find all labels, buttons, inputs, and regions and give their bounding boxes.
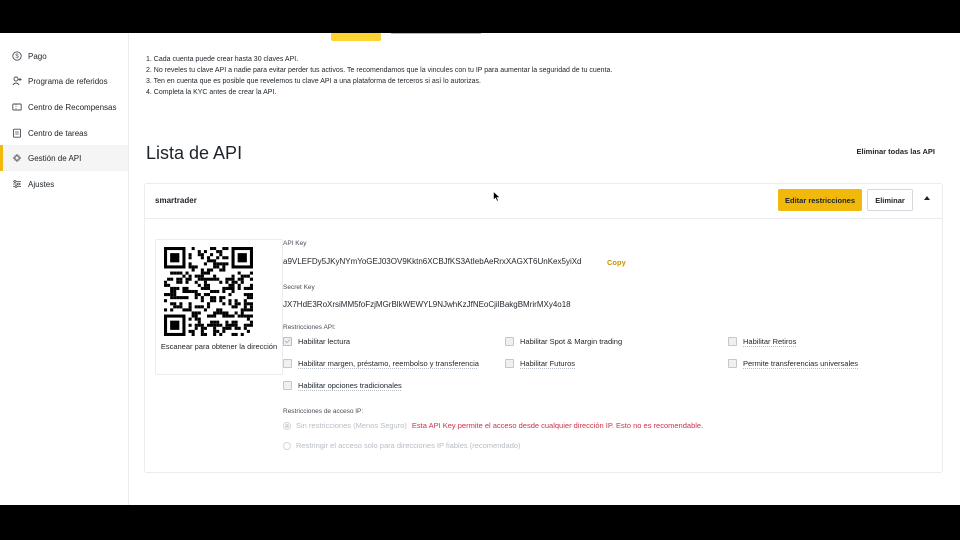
api-key-label: API Key — [283, 240, 307, 247]
sidebar-item-tareas[interactable]: Centro de tareas — [0, 120, 128, 146]
qr-caption: Escanear para obtener la dirección — [160, 342, 278, 351]
radio-selected — [283, 421, 291, 430]
checkbox-box — [283, 381, 292, 390]
checkbox-withdrawals[interactable]: Habilitar Retiros — [728, 337, 796, 346]
sidebar-item-label: Pago — [28, 51, 47, 61]
sidebar-item-label: Ajustes — [28, 179, 55, 189]
radio-unrestricted[interactable]: Sin restricciones (Menos Seguro) Esta AP… — [283, 421, 703, 430]
main-content: 1. Cada cuenta puede crear hasta 30 clav… — [129, 33, 960, 505]
api-card: smartrader Editar restricciones Eliminar… — [144, 183, 943, 473]
checkbox-box — [505, 359, 514, 368]
sidebar-item-ajustes[interactable]: Ajustes — [0, 171, 128, 197]
note-item: 4. Completa la KYC antes de crear la API… — [146, 89, 277, 96]
clipboard-icon — [12, 128, 22, 138]
delete-all-api-button[interactable]: Eliminar todas las API — [857, 147, 936, 156]
note-item: 3. Ten en cuenta que es posible que reve… — [146, 78, 481, 85]
radio-unselected — [283, 441, 291, 450]
api-card-header: smartrader Editar restricciones Eliminar — [145, 184, 942, 219]
qr-code — [164, 247, 253, 336]
user-plus-icon — [12, 76, 22, 86]
mouse-cursor-icon — [493, 191, 501, 202]
qr-panel: Escanear para obtener la dirección — [155, 239, 283, 375]
ip-warning-text: Esta API Key permite el acceso desde cua… — [411, 421, 704, 430]
checkbox-options[interactable]: Habilitar opciones tradicionales — [283, 381, 402, 390]
sidebar: $ Pago Programa de referidos Centro de R… — [0, 33, 129, 505]
delete-api-button[interactable]: Eliminar — [867, 189, 913, 211]
svg-text:$: $ — [15, 54, 19, 60]
radio-restricted[interactable]: Restringir el acceso solo para direccion… — [283, 441, 521, 450]
checkbox-margin-loan[interactable]: Habilitar margen, préstamo, reembolso y … — [283, 359, 479, 368]
secret-key-label: Secret Key — [283, 284, 315, 291]
checkbox-label: Habilitar lectura — [298, 337, 351, 346]
checkbox-checked — [283, 337, 292, 346]
copy-api-key-button[interactable]: Copy — [607, 258, 626, 267]
app-frame: $ Pago Programa de referidos Centro de R… — [0, 33, 960, 505]
edit-restrictions-button[interactable]: Editar restricciones — [778, 189, 862, 211]
checkbox-label: Permite transferencias universales — [743, 359, 859, 368]
dollar-circle-icon: $ — [12, 51, 22, 61]
checkbox-read[interactable]: Habilitar lectura — [283, 337, 350, 346]
api-icon — [12, 153, 22, 163]
sidebar-item-recompensas[interactable]: Centro de Recompensas — [0, 94, 128, 120]
note-item: 2. No reveles tu clave API a nadie para … — [146, 67, 613, 74]
checkbox-futures[interactable]: Habilitar Futuros — [505, 359, 575, 368]
sidebar-item-label: Centro de Recompensas — [28, 102, 117, 112]
notes-list: 1. Cada cuenta puede crear hasta 30 clav… — [146, 54, 612, 98]
api-restrictions-label: Restricciones API: — [283, 324, 336, 331]
checkbox-label: Habilitar Retiros — [743, 337, 797, 346]
sidebar-item-api[interactable]: Gestión de API — [0, 145, 128, 171]
ip-restrictions-label: Restricciones de acceso IP: — [283, 408, 364, 415]
checkbox-spot-margin[interactable]: Habilitar Spot & Margin trading — [505, 337, 622, 346]
sidebar-item-pago[interactable]: $ Pago — [0, 43, 128, 69]
checkbox-label: Habilitar margen, préstamo, reembolso y … — [298, 359, 479, 368]
checkbox-label: Habilitar Spot & Margin trading — [520, 337, 623, 346]
secret-key-value: JX7HdE3RoXrsiMM5foFzjMGrBlkWEWYL9NJwhKzJ… — [283, 300, 571, 309]
radio-label: Sin restricciones (Menos Seguro) — [296, 421, 407, 430]
checkbox-box — [283, 359, 292, 368]
ticket-icon — [12, 102, 22, 112]
sidebar-item-referidos[interactable]: Programa de referidos — [0, 68, 128, 94]
sidebar-item-label: Centro de tareas — [28, 128, 88, 138]
checkbox-label: Habilitar opciones tradicionales — [298, 381, 402, 390]
sidebar-item-label: Gestión de API — [28, 153, 82, 163]
checkbox-label: Habilitar Futuros — [520, 359, 576, 368]
checkbox-box — [505, 337, 514, 346]
api-key-value: a9VLEFDy5JKyNYmYoGEJ03OV9Kktn6XCBJfKS3At… — [283, 257, 582, 266]
checkbox-universal-transfer[interactable]: Permite transferencias universales — [728, 359, 858, 368]
checkbox-box — [728, 359, 737, 368]
api-name: smartrader — [155, 196, 197, 205]
create-api-link[interactable] — [391, 33, 481, 34]
sidebar-item-label: Programa de referidos — [28, 76, 108, 86]
sliders-icon — [12, 179, 22, 189]
radio-label: Restringir el acceso solo para direccion… — [296, 441, 521, 450]
note-item: 1. Cada cuenta puede crear hasta 30 clav… — [146, 56, 299, 63]
create-api-button[interactable] — [331, 33, 381, 41]
checkbox-box — [728, 337, 737, 346]
collapse-caret-icon[interactable] — [924, 196, 930, 200]
page-title: Lista de API — [146, 143, 243, 163]
